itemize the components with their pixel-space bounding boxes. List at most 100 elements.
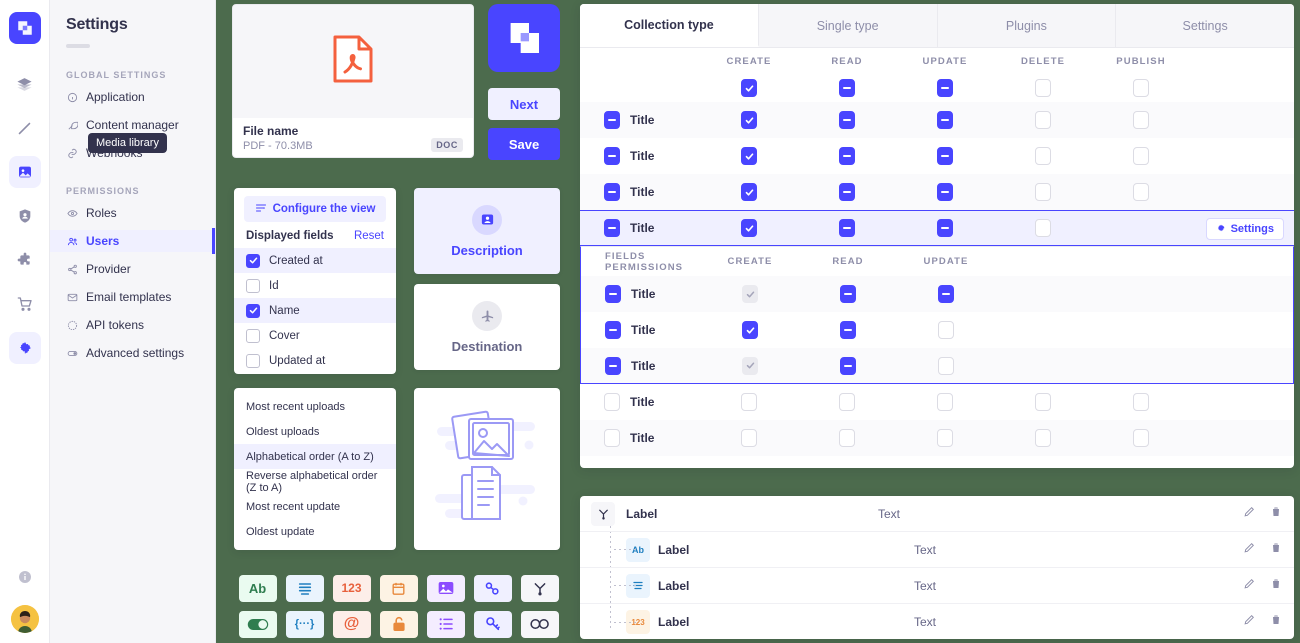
fields-table-row[interactable]: Title: [580, 312, 1294, 348]
icon-cell[interactable]: [469, 606, 516, 642]
cell-create[interactable]: [741, 393, 757, 411]
cell-delete[interactable]: [1035, 219, 1051, 237]
sidebar-item-advanced-settings[interactable]: Advanced settings: [50, 342, 215, 364]
row-toggle-checkbox[interactable]: [605, 356, 621, 375]
checkbox-name[interactable]: [246, 303, 260, 318]
delete-icon[interactable]: [1270, 577, 1282, 595]
card-description[interactable]: Description: [414, 188, 560, 274]
cell-delete[interactable]: [1035, 111, 1051, 129]
icon-cell[interactable]: [375, 606, 422, 642]
cell-create[interactable]: [741, 219, 757, 237]
cell-update[interactable]: [937, 147, 953, 165]
email-field-icon[interactable]: @: [332, 610, 371, 638]
dynamic-zone-icon[interactable]: [520, 610, 559, 638]
cell-update[interactable]: [937, 111, 953, 129]
icon-cell[interactable]: [516, 570, 563, 606]
relation-field-icon[interactable]: [473, 574, 512, 602]
icon-cell[interactable]: {···}: [281, 606, 328, 642]
card-destination[interactable]: Destination: [414, 284, 560, 370]
cell-publish[interactable]: [1133, 183, 1149, 201]
cell-create[interactable]: [741, 429, 757, 447]
date-field-icon[interactable]: [379, 574, 418, 602]
icon-cell[interactable]: [516, 606, 563, 642]
cell-publish[interactable]: [1133, 111, 1149, 129]
cell-read[interactable]: [839, 147, 855, 165]
cell-update[interactable]: [937, 183, 953, 201]
rail-item-content-manager[interactable]: [9, 112, 41, 144]
sort-option[interactable]: Most recent update: [234, 494, 396, 519]
row-toggle-checkbox[interactable]: [604, 183, 620, 201]
cell-read[interactable]: [839, 429, 855, 447]
header-checkbox-delete[interactable]: [1035, 79, 1051, 97]
list-item[interactable]: 123 Label Text: [580, 604, 1294, 639]
header-checkbox-create[interactable]: [741, 79, 757, 97]
edit-icon[interactable]: [1243, 541, 1256, 559]
cell-read[interactable]: [839, 219, 855, 237]
sort-option[interactable]: Oldest update: [234, 519, 396, 544]
tab-settings[interactable]: Settings: [1116, 4, 1294, 47]
sidebar-item-email-templates[interactable]: Email templates: [50, 286, 215, 308]
icon-cell[interactable]: [234, 606, 281, 642]
cell-update[interactable]: [937, 219, 953, 237]
cell-read[interactable]: [840, 321, 856, 339]
field-row-name[interactable]: Name: [234, 298, 396, 323]
sidebar-item-application[interactable]: Application: [50, 86, 215, 108]
row-toggle-checkbox[interactable]: [605, 285, 621, 303]
fields-table-row[interactable]: Title: [580, 348, 1294, 384]
cell-publish[interactable]: [1133, 147, 1149, 165]
component-field-icon[interactable]: [520, 574, 559, 602]
sort-option[interactable]: Oldest uploads: [234, 419, 396, 444]
rail-item-media-library[interactable]: [8, 156, 41, 188]
text-field-icon[interactable]: Ab: [238, 574, 277, 602]
delete-icon[interactable]: [1270, 541, 1282, 559]
row-toggle-checkbox[interactable]: [604, 219, 620, 237]
cell-read[interactable]: [839, 393, 855, 411]
fields-table-row[interactable]: Title: [580, 276, 1294, 312]
cell-update[interactable]: [938, 321, 954, 339]
file-card[interactable]: File name PDF - 70.3MB DOC: [232, 4, 474, 158]
row-settings-button[interactable]: Settings: [1205, 218, 1284, 240]
table-row[interactable]: Title: [580, 138, 1294, 174]
row-toggle-checkbox[interactable]: [604, 111, 620, 129]
table-row[interactable]: Title: [580, 102, 1294, 138]
password-field-icon[interactable]: [379, 610, 418, 638]
header-checkbox-publish[interactable]: [1133, 79, 1149, 97]
tab-single-type[interactable]: Single type: [759, 4, 938, 47]
sort-option-selected[interactable]: Alphabetical order (A to Z): [234, 444, 396, 469]
tab-plugins[interactable]: Plugins: [938, 4, 1117, 47]
header-checkbox-update[interactable]: [937, 79, 953, 97]
checkbox-created-at[interactable]: [246, 253, 260, 268]
icon-cell[interactable]: [281, 570, 328, 606]
row-toggle-checkbox[interactable]: [604, 147, 620, 165]
cell-publish[interactable]: [1133, 429, 1149, 447]
cell-update[interactable]: [937, 393, 953, 411]
cell-delete[interactable]: [1035, 183, 1051, 201]
sidebar-item-api-tokens[interactable]: API tokens: [50, 314, 215, 336]
sidebar-item-roles[interactable]: Roles: [50, 202, 215, 224]
json-field-icon[interactable]: {···}: [285, 610, 324, 638]
boolean-field-icon[interactable]: [238, 610, 277, 638]
checkbox-cover[interactable]: [246, 328, 260, 343]
field-row-updated-at[interactable]: Updated at: [234, 348, 396, 373]
number-field-icon[interactable]: 123: [332, 574, 371, 602]
cell-update[interactable]: [937, 429, 953, 447]
list-item[interactable]: Label Text: [580, 496, 1294, 532]
cell-delete[interactable]: [1035, 429, 1051, 447]
sort-option[interactable]: Reverse alphabetical order (Z to A): [234, 469, 396, 494]
rail-item-settings[interactable]: [8, 332, 41, 364]
field-row-cover[interactable]: Cover: [234, 323, 396, 348]
avatar[interactable]: [10, 605, 39, 633]
cell-create[interactable]: [741, 183, 757, 201]
table-row[interactable]: Title: [580, 174, 1294, 210]
table-row[interactable]: Title: [580, 420, 1294, 456]
checkbox-updated-at[interactable]: [246, 353, 260, 368]
help-icon[interactable]: [9, 561, 41, 593]
list-item[interactable]: Ab Label Text: [580, 532, 1294, 568]
row-toggle-checkbox[interactable]: [604, 393, 620, 411]
rail-item-plugins[interactable]: [9, 244, 41, 276]
next-button[interactable]: Next: [488, 88, 560, 120]
media-field-icon[interactable]: [426, 574, 465, 602]
table-row-selected[interactable]: Title Settings: [580, 210, 1294, 246]
cell-delete[interactable]: [1035, 147, 1051, 165]
cell-update[interactable]: [938, 356, 954, 375]
